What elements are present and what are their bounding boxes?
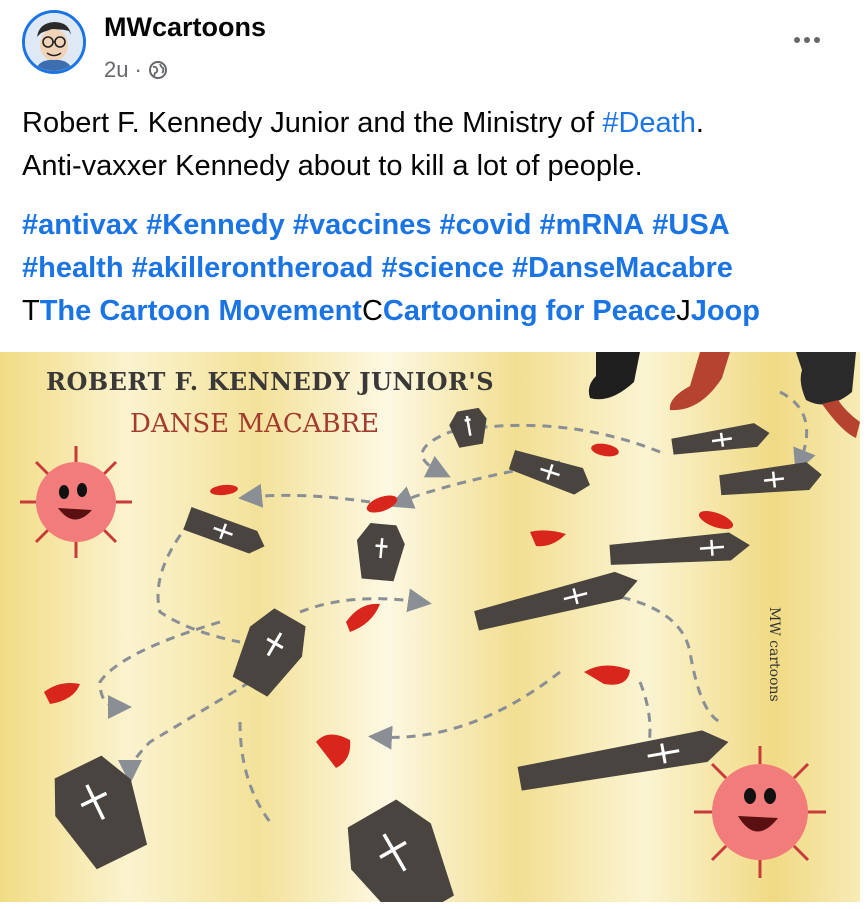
cartoon-illustration: ROBERT F. KENNEDY JUNIOR'S DANSE MACABRE: [0, 352, 860, 902]
hashtag[interactable]: #science: [381, 252, 504, 284]
hashtag[interactable]: #USA: [652, 209, 729, 241]
mention-link[interactable]: Joop: [691, 295, 760, 327]
post-header: MWcartoons 2u ·: [0, 0, 867, 95]
author-name[interactable]: MWcartoons: [104, 12, 266, 43]
hashtag[interactable]: #Kennedy: [146, 209, 285, 241]
cartoon-image[interactable]: ROBERT F. KENNEDY JUNIOR'S DANSE MACABRE: [0, 352, 860, 902]
virus-character-right: [694, 746, 826, 878]
cartoonist-signature: MW cartoons: [766, 607, 782, 702]
mention-link[interactable]: Cartooning for Peace: [383, 295, 676, 327]
more-dots-icon: [794, 37, 800, 43]
globe-icon[interactable]: [148, 60, 168, 80]
hashtag[interactable]: #akillerontheroad: [132, 252, 374, 284]
hashtag[interactable]: #mRNA: [539, 209, 644, 241]
meta-separator: ·: [134, 57, 142, 82]
more-options-button[interactable]: [787, 26, 827, 54]
hashtag[interactable]: #vaccines: [293, 209, 432, 241]
hashtag-death[interactable]: #Death: [602, 107, 696, 139]
mention-list: TThe Cartoon MovementCCartooning for Pea…: [22, 295, 760, 327]
hashtag-list: #antivax #Kennedy #vaccines #covid #mRNA…: [22, 204, 852, 290]
hashtag[interactable]: #DanseMacabre: [512, 252, 733, 284]
profile-avatar[interactable]: [22, 10, 86, 74]
post-time[interactable]: 2u: [104, 57, 128, 83]
post-meta: 2u ·: [104, 56, 168, 84]
cartoon-title-line-2: DANSE MACABRE: [130, 409, 379, 439]
post-text-line-2: Anti-vaxxer Kennedy about to kill a lot …: [22, 150, 643, 182]
virus-character-left: [20, 446, 132, 558]
post-body: Robert F. Kennedy Junior and the Ministr…: [22, 102, 852, 333]
hashtag[interactable]: #antivax: [22, 209, 138, 241]
hashtag[interactable]: #covid: [440, 209, 532, 241]
cartoon-title-line-1: ROBERT F. KENNEDY JUNIOR'S: [46, 367, 494, 396]
post-text-line-1: Robert F. Kennedy Junior and the Ministr…: [22, 107, 704, 139]
mention-link[interactable]: The Cartoon Movement: [40, 295, 362, 327]
hashtag[interactable]: #health: [22, 252, 124, 284]
